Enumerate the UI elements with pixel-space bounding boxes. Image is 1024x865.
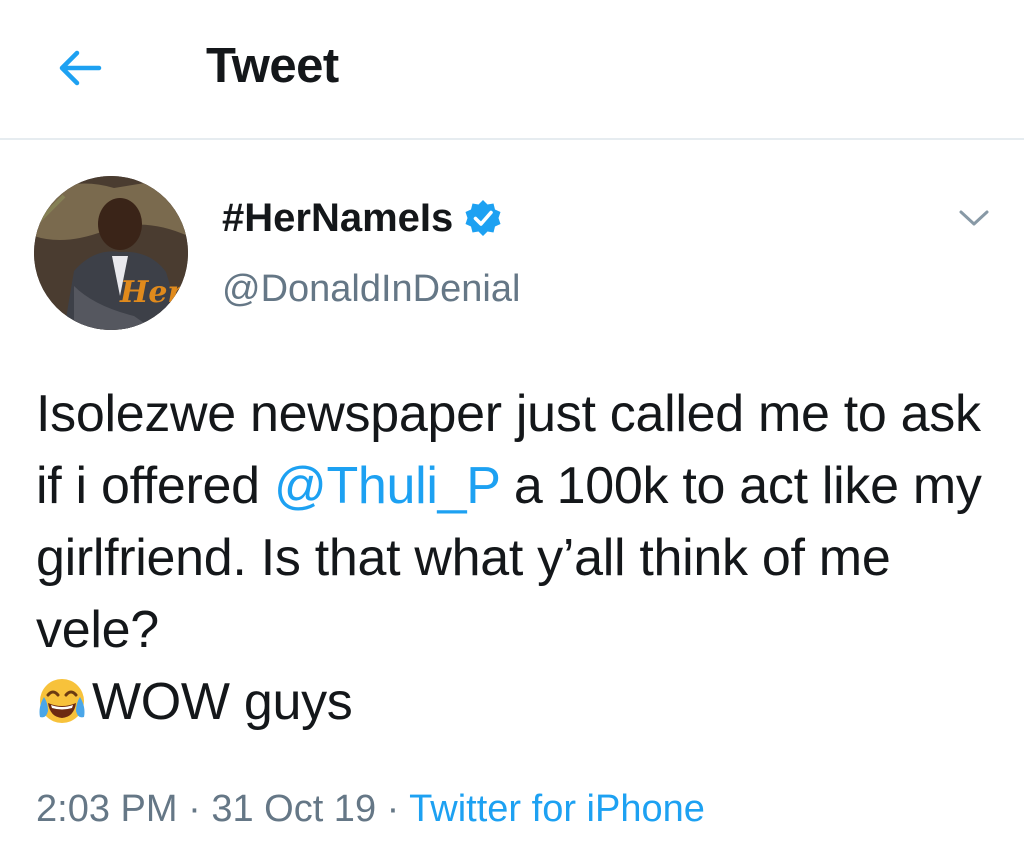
page-title: Tweet: [206, 39, 339, 93]
separator: ·: [177, 788, 212, 830]
tweet-metadata: 2:03 PM · 31 Oct 19 · Twitter for iPhone: [36, 786, 705, 832]
arrow-left-icon: [59, 50, 102, 86]
tweet-date: 31 Oct 19: [211, 788, 377, 830]
more-options-button[interactable]: [952, 196, 996, 240]
display-name-text: #HerNameIs: [222, 196, 454, 240]
tweet-text-part: WOW guys: [92, 673, 353, 731]
avatar[interactable]: Her: [34, 176, 188, 330]
tweet-body: Isolezwe newspaper just called me to ask…: [36, 378, 996, 738]
author-handle[interactable]: @DonaldInDenial: [222, 266, 520, 312]
author-display-name[interactable]: #HerNameIs: [222, 194, 503, 242]
top-bar: Tweet: [0, 0, 1024, 140]
mention-link[interactable]: @Thuli_P: [274, 457, 500, 515]
tweet-time: 2:03 PM: [36, 788, 178, 830]
chevron-down-icon: [959, 210, 989, 226]
avatar-logo-text: Her: [119, 275, 185, 310]
face-with-tears-of-joy-icon: [39, 679, 85, 723]
separator: ·: [376, 788, 410, 830]
avatar-photo: Her: [34, 176, 188, 330]
tweet-source-link[interactable]: Twitter for iPhone: [409, 788, 705, 830]
verified-badge-icon: [465, 200, 501, 236]
back-button[interactable]: [52, 40, 108, 96]
